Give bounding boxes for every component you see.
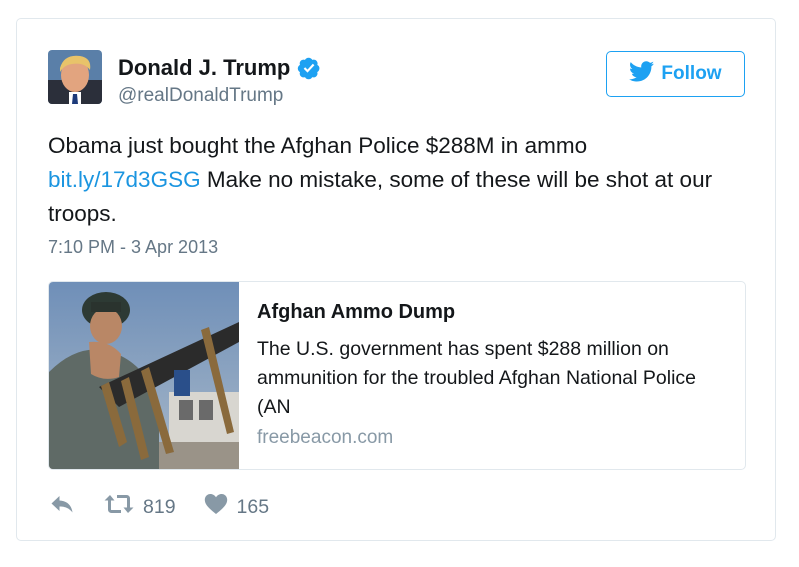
link-preview-title: Afghan Ammo Dump (257, 301, 456, 323)
display-name[interactable]: Donald J. Trump (118, 55, 321, 81)
retweet-icon (104, 494, 134, 520)
retweet-button[interactable]: 819 (104, 494, 176, 520)
heart-icon (204, 493, 228, 521)
like-button[interactable]: 165 (204, 493, 270, 521)
reply-button[interactable] (50, 494, 74, 520)
avatar[interactable] (48, 50, 102, 104)
twitter-bird-icon (629, 60, 655, 88)
link-preview-domain: freebeacon.com (257, 427, 394, 448)
tweet-text-part1: Obama just bought the Afghan Police $288… (48, 133, 588, 158)
link-preview-image (49, 282, 239, 469)
tweet-timestamp[interactable]: 7:10 PM - 3 Apr 2013 (48, 237, 218, 258)
tweet-card: Donald J. Trump @realDonaldTrump Follow … (16, 18, 776, 541)
follow-button[interactable]: Follow (606, 51, 745, 97)
user-handle[interactable]: @realDonaldTrump (118, 85, 283, 107)
link-preview-description: The U.S. government has spent $288 milli… (257, 338, 697, 418)
like-count: 165 (236, 495, 270, 518)
retweet-count: 819 (143, 495, 176, 518)
follow-label: Follow (661, 63, 722, 84)
tweet-actions: 819 165 (50, 493, 269, 521)
verified-badge-icon (297, 56, 321, 80)
reply-icon (50, 494, 74, 520)
link-preview-card[interactable]: Afghan Ammo Dump The U.S. government has… (48, 281, 746, 470)
display-name-text: Donald J. Trump (118, 55, 291, 80)
tweet-text: Obama just bought the Afghan Police $288… (48, 129, 748, 231)
tweet-link[interactable]: bit.ly/17d3GSG (48, 167, 201, 192)
